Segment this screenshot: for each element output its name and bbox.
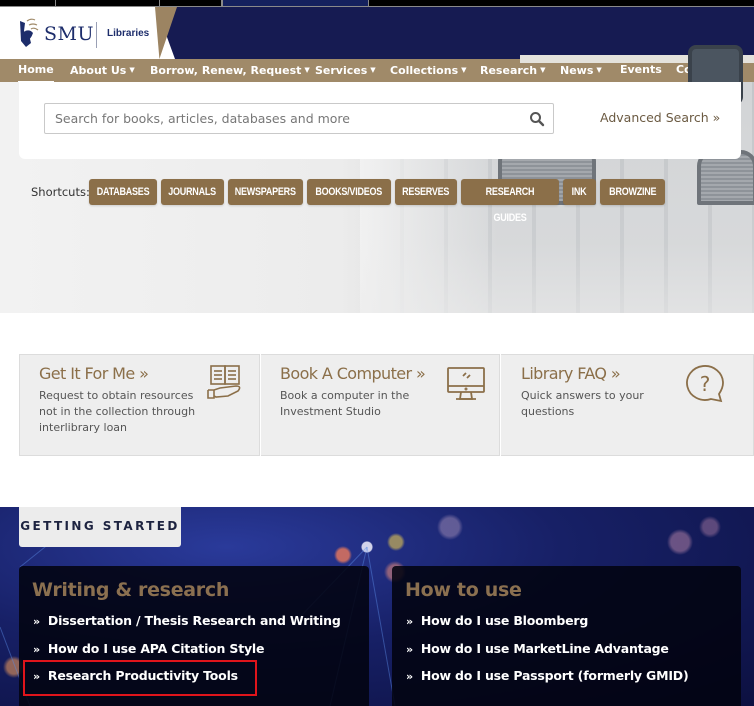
logo-link[interactable]: SMU Libraries [0, 7, 175, 59]
search-icon[interactable] [529, 111, 545, 127]
bullet-icon: » [33, 615, 40, 628]
logo-subtitle: Libraries [107, 28, 150, 39]
bullet-icon: » [406, 615, 413, 628]
quick-link-description: Quick answers to your questions [521, 389, 644, 418]
link-marketline[interactable]: » How do I use MarketLine Advantage [406, 641, 669, 656]
nav-borrow-renew-request[interactable]: Borrow, Renew, Request ▼ [150, 59, 310, 82]
quick-link-title: Book A Computer » [280, 364, 426, 383]
book-hand-icon [207, 365, 241, 399]
caret-down-icon: ▼ [540, 66, 546, 74]
shortcut-label: JOURNALS [168, 186, 217, 198]
link-label: Dissertation / Thesis Research and Writi… [47, 613, 341, 628]
shortcut-label: DATABASES [96, 186, 150, 198]
quick-link-book-a-computer[interactable]: Book A Computer » Book a computer in the… [260, 354, 500, 456]
tab-getting-started[interactable]: GETTING STARTED [19, 507, 181, 547]
shortcut-label: RESERVES [402, 186, 450, 198]
shortcut-label: BOOKS/VIDEOS [315, 186, 383, 198]
shortcut-label: INK [572, 186, 587, 198]
nav-label: Research [480, 64, 538, 77]
monitor-icon [447, 367, 485, 400]
logo-divider [96, 22, 97, 48]
quick-link-title: Library FAQ » [521, 364, 621, 383]
panel-title: Writing & research [32, 579, 230, 601]
shortcut-reserves[interactable]: RESERVES [395, 179, 457, 205]
shortcut-databases[interactable]: DATABASES [89, 179, 157, 205]
how-to-use-panel: How to use » How do I use Bloomberg » How … [392, 566, 741, 706]
caret-down-icon: ▼ [129, 66, 135, 74]
shortcut-journals[interactable]: JOURNALS [161, 179, 224, 205]
panel-title: How to use [405, 579, 522, 601]
caret-down-icon: ▼ [461, 66, 467, 74]
caret-down-icon: ▼ [596, 66, 602, 74]
link-passport[interactable]: » How do I use Passport (formerly GMID) [406, 668, 689, 683]
site-header: SMU Libraries [0, 7, 754, 59]
nav-label: Collections [390, 64, 459, 77]
caret-down-icon: ▼ [304, 66, 310, 74]
bullet-icon: » [33, 643, 40, 656]
quick-link-description: Request to obtain resources not in the c… [39, 389, 196, 434]
top-bar [0, 0, 754, 7]
shortcut-browzine[interactable]: BROWZINE [600, 179, 665, 205]
link-label: How do I use Passport (formerly GMID) [420, 668, 689, 683]
question-bubble-icon: ? [686, 365, 724, 403]
caret-down-icon: ▼ [370, 66, 376, 74]
nav-label: Events [620, 63, 662, 76]
link-bloomberg[interactable]: » How do I use Bloomberg [406, 613, 588, 628]
nav-collections[interactable]: Collections ▼ [390, 59, 467, 82]
advanced-search-link[interactable]: Advanced Search » [600, 110, 720, 125]
svg-text:?: ? [700, 372, 711, 396]
nav-label: Home [18, 63, 54, 76]
shortcuts-label: Shortcuts: [31, 185, 90, 199]
search-input[interactable] [45, 104, 515, 133]
bullet-icon: » [406, 643, 413, 656]
quick-link-title: Get It For Me » [39, 364, 149, 383]
nav-label: Borrow, Renew, Request [150, 64, 302, 77]
search-box [44, 103, 554, 134]
nav-label: News [560, 64, 594, 77]
nav-services[interactable]: Services ▼ [315, 59, 376, 82]
quick-link-library-faq[interactable]: Library FAQ » Quick answers to your ques… [501, 354, 754, 456]
smu-lion-logo-icon [20, 18, 39, 47]
bullet-icon: » [406, 670, 413, 683]
shortcut-label: BROWZINE [608, 186, 657, 198]
link-label: How do I use MarketLine Advantage [420, 641, 669, 656]
nav-label: About Us [70, 64, 127, 77]
nav-about-us[interactable]: About Us ▼ [70, 59, 135, 82]
logo-text: SMU [44, 23, 94, 45]
nav-home[interactable]: Home [18, 59, 54, 84]
shortcut-ink[interactable]: INK [563, 179, 596, 205]
quick-link-get-it-for-me[interactable]: Get It For Me » Request to obtain resour… [19, 354, 259, 456]
shortcut-newspapers[interactable]: NEWSPAPERS [228, 179, 303, 205]
shortcut-books-videos[interactable]: BOOKS/VIDEOS [307, 179, 391, 205]
link-label: How do I use APA Citation Style [47, 641, 265, 656]
link-label: How do I use Bloomberg [420, 613, 589, 628]
link-apa-citation[interactable]: » How do I use APA Citation Style [33, 641, 264, 656]
shortcut-research-guides[interactable]: RESEARCH GUIDES [461, 179, 559, 224]
quick-link-description: Book a computer in the Investment Studio [280, 389, 410, 418]
shortcut-label: RESEARCH GUIDES [485, 186, 535, 224]
shortcut-label: NEWSPAPERS [234, 186, 297, 198]
highlight-box [23, 660, 257, 696]
link-dissertation-thesis[interactable]: » Dissertation / Thesis Research and Writ… [33, 613, 341, 628]
nav-label: Services [315, 64, 368, 77]
